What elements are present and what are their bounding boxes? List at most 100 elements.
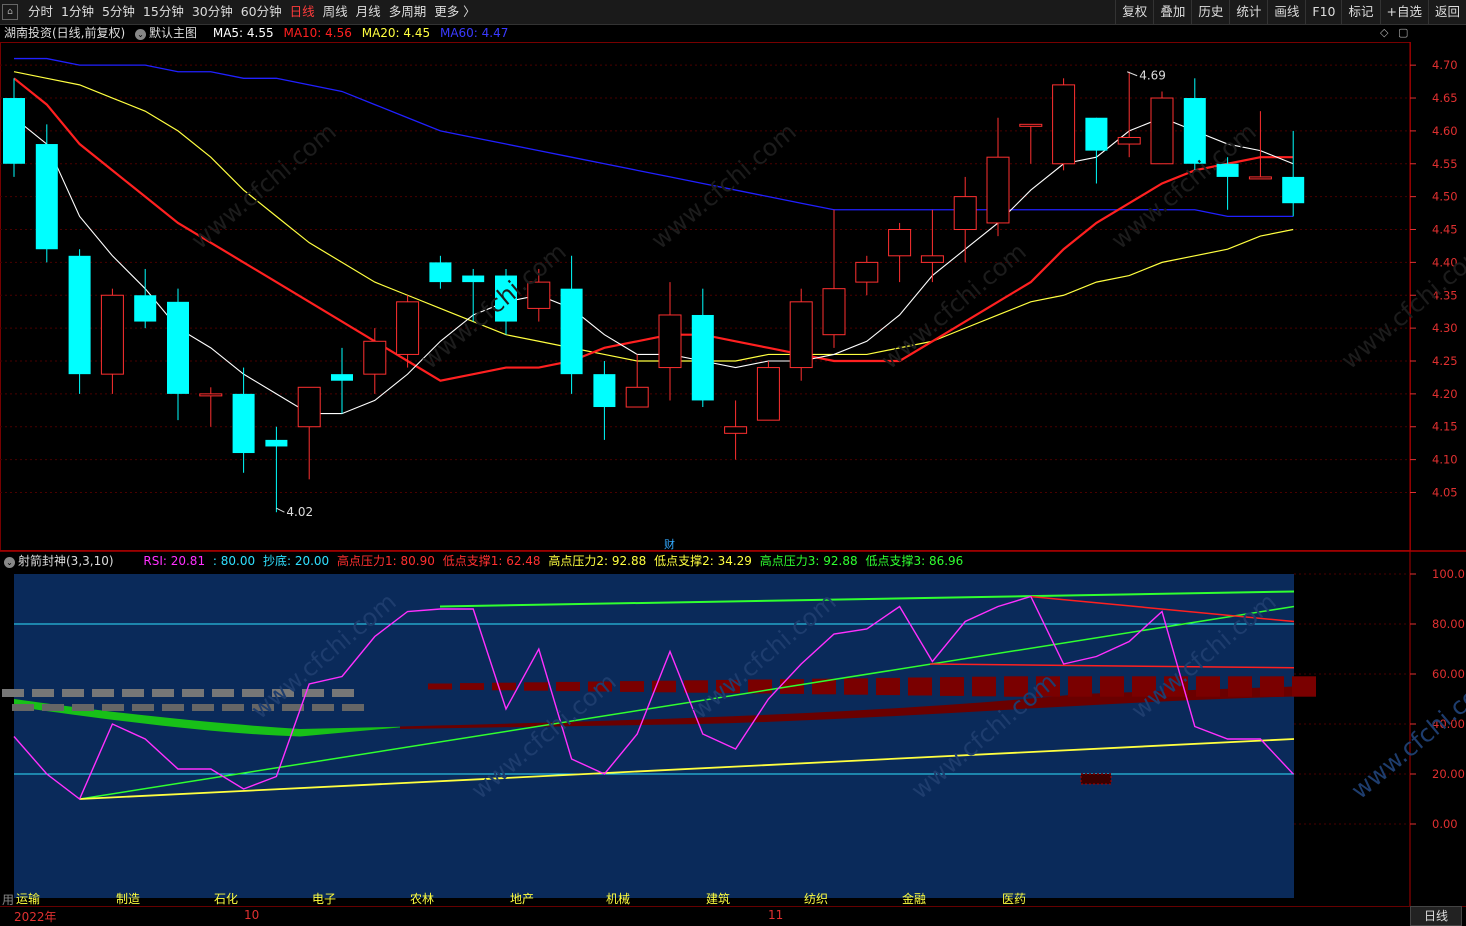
gray-block: [192, 704, 214, 711]
indicator-name: 射箭封神(3,3,10): [18, 554, 114, 568]
ma5-line: [13, 117, 1294, 415]
chaodi-value: 抄底: 20.00: [262, 554, 330, 568]
sub-tick-label: 100.0: [1432, 567, 1465, 581]
candle-body: [363, 340, 387, 375]
high-pressure-3: 高点压力3: 92.88: [759, 554, 858, 568]
rsi-value: RSI: 20.81: [143, 554, 206, 568]
price-tick-label: 4.65: [1432, 91, 1458, 105]
gray-block: [182, 689, 204, 697]
watermark-text: www.cfchi.com: [646, 117, 802, 254]
high-pressure-1: 高点压力1: 80.90: [337, 554, 435, 568]
red-block: [844, 678, 868, 695]
candle-body: [199, 393, 223, 397]
month-11-label: 11: [768, 908, 784, 922]
candle-body: [986, 156, 1010, 224]
red-block: [1100, 676, 1124, 697]
period-button[interactable]: 日线: [1410, 906, 1462, 926]
candle-body: [1150, 97, 1174, 165]
candle-body: [462, 275, 485, 283]
candle-body: [756, 367, 780, 421]
red-block: [524, 682, 548, 691]
price-tick-label: 4.15: [1432, 420, 1458, 434]
candle-body: [691, 314, 714, 401]
candle-body: [1019, 123, 1043, 127]
gray-block: [132, 704, 154, 711]
low-support-1: 低点支撑1: 62.48: [442, 554, 541, 568]
sub-tick-label: 80.00: [1432, 617, 1465, 631]
red-block: [428, 683, 452, 690]
candle-body: [855, 261, 879, 283]
high-label: 4.69: [1139, 69, 1166, 83]
gray-block: [122, 689, 144, 697]
red-block: [940, 677, 964, 696]
candle-body: [822, 288, 846, 336]
price-tick-label: 4.60: [1432, 124, 1458, 138]
sub-tick-label: 0.00: [1432, 817, 1458, 831]
gray-block: [62, 689, 84, 697]
gray-block: [342, 704, 364, 711]
gray-block: [32, 689, 54, 697]
sub-tick-label: 20.00: [1432, 767, 1465, 781]
candle-body: [593, 374, 616, 408]
month-10-label: 10: [244, 908, 260, 922]
price-tick-label: 4.50: [1432, 190, 1458, 204]
gray-block: [102, 704, 124, 711]
gray-block: [332, 689, 354, 697]
candle-body: [100, 294, 124, 375]
red-block: [492, 682, 516, 691]
kline-chart[interactable]: 4.704.654.604.554.504.454.404.354.304.25…: [0, 0, 1466, 924]
candle-body: [1085, 117, 1108, 151]
candle-body: [920, 255, 944, 263]
gray-block: [2, 689, 24, 697]
red-block: [460, 683, 484, 690]
gray-block: [222, 704, 244, 711]
candle-body: [3, 98, 25, 164]
candle-body: [331, 374, 353, 381]
candle-body: [1052, 84, 1076, 165]
red-block: [1228, 676, 1252, 697]
candle-body: [953, 196, 977, 231]
candle-body: [1117, 136, 1141, 145]
price-tick-label: 4.30: [1432, 321, 1458, 335]
year-label: 2022年: [14, 910, 57, 924]
marker-block: [1080, 773, 1112, 785]
high-pressure-2: 高点压力2: 92.88: [548, 554, 647, 568]
price-tick-label: 4.05: [1432, 485, 1458, 499]
price-tick-label: 4.25: [1432, 354, 1458, 368]
gray-block: [212, 689, 234, 697]
watermark-text: www.cfchi.com: [186, 117, 342, 254]
sector-label: 机械: [606, 891, 630, 906]
candle-body: [1282, 176, 1305, 204]
finance-marker: 财: [664, 537, 675, 551]
left-tab[interactable]: 用: [2, 891, 14, 908]
red-block: [1068, 676, 1092, 697]
low-pointer: [276, 507, 285, 513]
red-block: [620, 681, 644, 692]
sector-label: 石化: [214, 892, 238, 906]
candle-body: [560, 288, 583, 375]
candle-body: [724, 426, 748, 434]
candle-body: [134, 295, 157, 322]
gray-block: [42, 704, 64, 711]
candle-body: [625, 386, 649, 408]
time-axis: 用 2022年 10 11: [0, 893, 1466, 925]
indicator-info-bar: ⌄ 射箭封神(3,3,10) RSI: 20.81 : 80.00 抄底: 20.…: [0, 552, 1410, 570]
sector-label: 电子: [312, 892, 336, 906]
candle-body: [429, 262, 452, 283]
sub-tick-label: 60.00: [1432, 667, 1465, 681]
gray-block: [312, 704, 334, 711]
candle-body: [68, 255, 91, 375]
candle-body: [888, 229, 912, 257]
red-block: [1260, 676, 1284, 697]
red-block: [1196, 676, 1220, 697]
sector-label: 运输: [16, 891, 40, 906]
candle-body: [297, 386, 321, 428]
price-tick-label: 4.45: [1432, 223, 1458, 237]
indicator-select[interactable]: ⌄ 射箭封神(3,3,10): [4, 554, 118, 568]
price-tick-label: 4.55: [1432, 157, 1458, 171]
red-block: [876, 677, 900, 696]
chevron-down-icon: ⌄: [4, 557, 15, 568]
candle-body: [265, 439, 288, 447]
sector-label: 金融: [902, 891, 926, 906]
gray-block: [162, 704, 184, 711]
